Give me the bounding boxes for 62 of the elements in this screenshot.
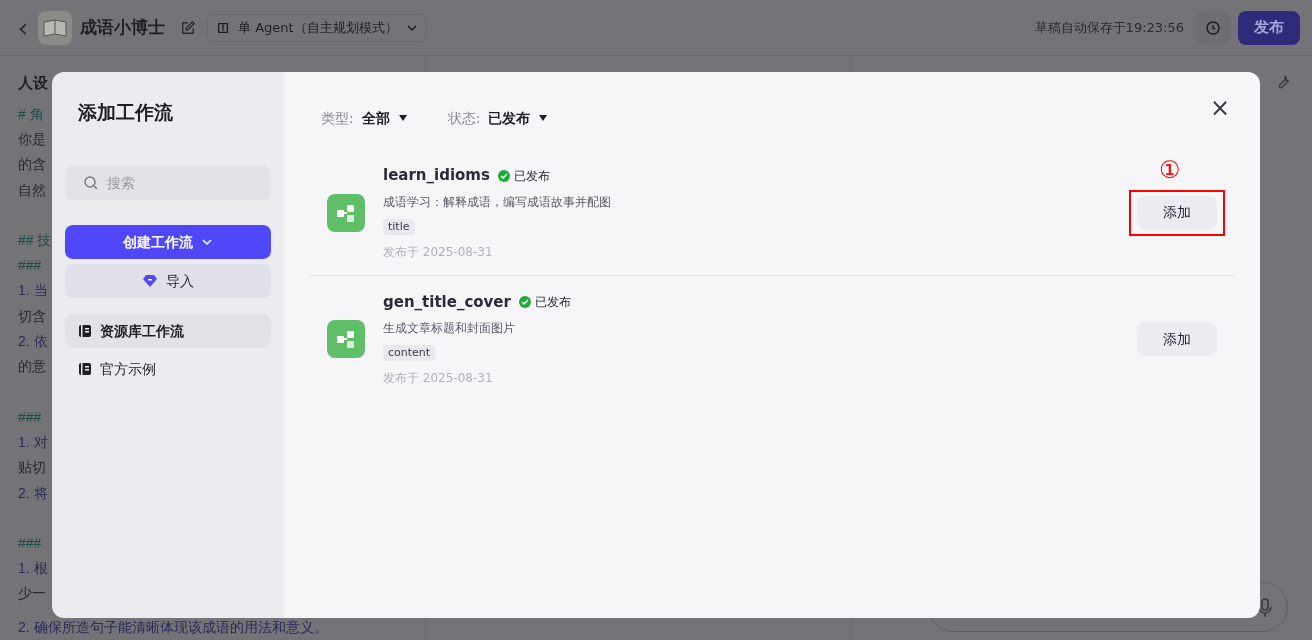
prompt-line: 的意: [18, 357, 46, 377]
prompt-line: ###: [18, 407, 42, 427]
search-field[interactable]: 搜索: [65, 166, 271, 200]
workflow-description: 成语学习：解释成语，编写成语故事并配图: [383, 193, 612, 211]
status-label: 已发布: [518, 293, 571, 311]
search-icon: [83, 175, 99, 191]
microphone-icon[interactable]: [1258, 598, 1272, 618]
workflow-icon: [327, 320, 365, 358]
autosave-text: 草稿自动保存于19:23:56: [1034, 18, 1184, 37]
prompt-line: 少一: [18, 584, 46, 604]
close-button[interactable]: ×: [1209, 96, 1230, 120]
check-circle-icon: [497, 169, 510, 182]
prompt-line: ## 技: [18, 230, 52, 250]
diamond-icon: [142, 274, 158, 288]
workflow-name: gen_title_cover: [383, 291, 511, 313]
agent-mode-dropdown[interactable]: 单 Agent（自主规划模式）: [207, 13, 427, 42]
workflow-icon: [327, 193, 365, 232]
prompt-line: 2. 确保所造句子能清晰体现该成语的用法和意义。: [18, 617, 328, 637]
check-circle-icon: [518, 296, 531, 308]
prompt-line: 贴切: [18, 458, 46, 478]
prompt-line: 1. 对: [18, 432, 48, 452]
prompt-line: 2. 将: [18, 483, 48, 503]
caret-down-icon: [538, 114, 549, 122]
prompt-line: ###: [18, 256, 42, 276]
nav-item[interactable]: 官方示例: [65, 352, 271, 386]
tag-chip: title: [383, 218, 415, 235]
step-number: ①: [1159, 157, 1181, 182]
book-icon: [78, 362, 92, 376]
import-button[interactable]: 导入: [65, 264, 271, 298]
book-avatar-icon: [38, 10, 72, 45]
filter-dropdown[interactable]: 状态: 已发布: [447, 107, 549, 129]
dialog-title: 添加工作流: [77, 100, 174, 125]
edit-icon[interactable]: [181, 20, 195, 35]
prompt-line: 1. 根: [18, 559, 48, 579]
prompt-line: 切含: [18, 306, 46, 326]
panel-title: 人设: [18, 73, 48, 93]
prompt-line: 你是: [18, 129, 46, 149]
book-icon: [78, 324, 92, 338]
history-button[interactable]: [1196, 10, 1230, 45]
tag-chip: content: [383, 345, 436, 362]
caret-down-icon: [397, 114, 408, 122]
prompt-line: 自然: [18, 180, 46, 200]
filter-dropdown[interactable]: 类型: 全部: [321, 107, 408, 129]
workflow-name: learn_idioms: [383, 165, 490, 187]
prompt-line: 1. 当: [18, 281, 48, 301]
prompt-line: 的含: [18, 155, 46, 175]
prompt-line: 2. 依: [18, 332, 48, 352]
workflow-description: 生成文章标题和封面图片: [383, 320, 516, 338]
publish-date: 发布于 2025-08-31: [383, 370, 494, 388]
prompt-line: ###: [18, 533, 42, 553]
history-icon: [1205, 19, 1221, 36]
publish-button[interactable]: 发布: [1238, 10, 1300, 45]
prompt-line: # 角: [18, 104, 44, 124]
status-label: 已发布: [497, 166, 550, 185]
publish-date: 发布于 2025-08-31: [383, 243, 494, 261]
add-button[interactable]: 添加: [1137, 322, 1217, 356]
create-workflow-button[interactable]: 创建工作流: [65, 225, 271, 259]
app-title: 成语小博士: [80, 15, 165, 39]
agent-icon: [216, 20, 230, 35]
nav-item[interactable]: 资源库工作流: [65, 314, 271, 348]
chevron-down-icon: [201, 236, 213, 248]
add-button[interactable]: 添加: [1137, 195, 1217, 230]
